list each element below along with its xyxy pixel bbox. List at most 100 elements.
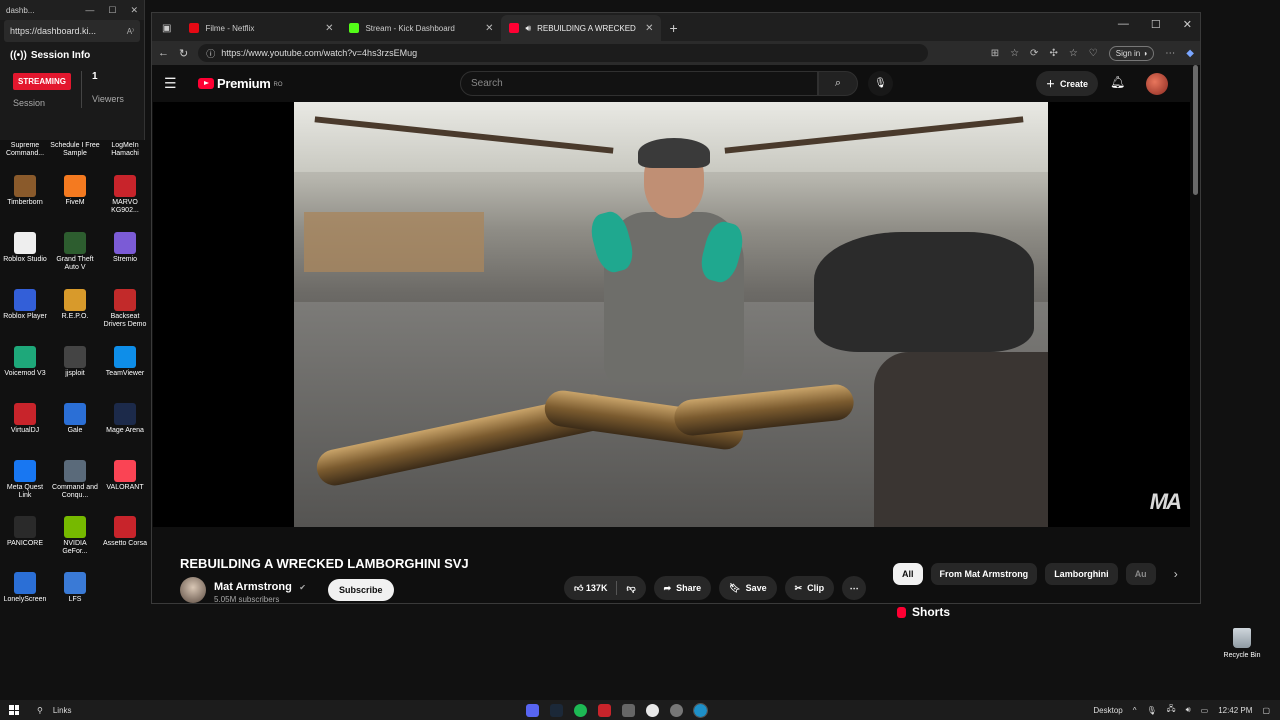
chevron-right-icon[interactable]: ›	[1174, 567, 1178, 581]
video-player[interactable]: MA	[153, 102, 1190, 527]
search-button[interactable]: ⌕	[818, 71, 858, 96]
scrollbar[interactable]	[1193, 65, 1198, 195]
voice-search-button[interactable]: 🎙︎	[868, 71, 893, 96]
chrome-icon[interactable]	[646, 703, 659, 717]
share-button[interactable]: ➦ Share	[653, 576, 712, 600]
more-menu-icon[interactable]: ⋯	[1165, 48, 1175, 59]
desktop-icon[interactable]: LogMeIn Hamachi	[100, 142, 150, 157]
desktop-icon[interactable]: MARVO KG902...	[100, 175, 150, 214]
puzzle-icon[interactable]: ✣	[1049, 48, 1057, 59]
desktop-icon[interactable]: NVIDIA GeFor...	[50, 516, 100, 555]
close-icon[interactable]: ✕	[130, 5, 138, 16]
settings-gear-icon[interactable]	[670, 703, 683, 717]
read-aloud-icon[interactable]: A⁾	[127, 27, 134, 36]
sign-in-button[interactable]: Sign in ◑	[1108, 45, 1155, 61]
search-input[interactable]: Search	[460, 71, 818, 96]
tab-actions-icon[interactable]: ▣	[152, 23, 181, 41]
favorites-icon[interactable]: ☆	[1069, 48, 1078, 59]
clip-button[interactable]: ✂ Clip	[784, 576, 835, 600]
desktop-icon[interactable]: Mage Arena	[100, 403, 150, 435]
edge-icon[interactable]	[693, 702, 708, 718]
desktop-icon[interactable]: Stremio	[100, 232, 150, 264]
subscribe-button[interactable]: Subscribe	[327, 579, 394, 601]
chevron-up-icon[interactable]: ^	[1133, 706, 1137, 715]
desktop-icon[interactable]: Roblox Player	[0, 289, 50, 321]
desktop-icon[interactable]: jjsploit	[50, 346, 100, 378]
speaker-icon[interactable]: 🔊︎	[525, 23, 531, 34]
maximize-icon[interactable]: ☐	[1151, 18, 1161, 31]
desktop-label[interactable]: Desktop	[1093, 706, 1122, 715]
kick-dashboard-window[interactable]: dashb... — ☐ ✕ https://dashboard.ki... A…	[0, 0, 145, 140]
notifications-icon[interactable]: ▢	[1262, 706, 1270, 715]
channel-name[interactable]: Mat Armstrong	[214, 581, 292, 593]
tab-netflix[interactable]: Filme - Netflix ✕	[181, 15, 341, 41]
desktop-icon[interactable]: Backseat Drivers Demo	[100, 289, 150, 328]
youtube-premium-logo[interactable]: Premium RO	[198, 76, 283, 91]
chip-from-channel[interactable]: From Mat Armstrong	[930, 563, 1038, 585]
video-frame[interactable]	[294, 102, 1048, 527]
chip-truncated[interactable]: Au	[1125, 563, 1156, 585]
desktop-icon[interactable]: Assetto Corsa	[100, 516, 150, 548]
steam-icon[interactable]	[550, 703, 563, 717]
network-icon[interactable]: 🖧	[1167, 703, 1176, 717]
save-button[interactable]: 🔖︎ Save	[719, 576, 777, 600]
desktop-icon[interactable]: Grand Theft Auto V	[50, 232, 100, 271]
desktop-icon[interactable]: PANICORE	[0, 516, 50, 548]
close-icon[interactable]: ✕	[1183, 18, 1192, 31]
dislike-button[interactable]: 👎︎	[626, 583, 635, 594]
desktop-icon[interactable]: Gale	[50, 403, 100, 435]
desktop-icon[interactable]: Meta Quest Link	[0, 460, 50, 499]
desktop-icon[interactable]: R.E.P.O.	[50, 289, 100, 321]
battery-icon[interactable]: ▭	[1201, 706, 1209, 715]
taskbar-search[interactable]: ⚲ Links	[37, 706, 72, 715]
copilot-icon[interactable]: ◆	[1186, 48, 1194, 59]
desktop-icon[interactable]: LFS	[50, 572, 100, 604]
desktop-icon[interactable]: LonelyScreen	[0, 572, 50, 604]
desktop-icon[interactable]: Schedule I Free Sample	[50, 142, 100, 157]
account-avatar[interactable]	[1146, 73, 1168, 95]
close-tab-icon[interactable]: ✕	[645, 23, 653, 34]
tab-kick-dashboard[interactable]: Stream - Kick Dashboard ✕	[341, 15, 501, 41]
menu-icon[interactable]: ☰	[164, 75, 198, 92]
desktop-icon[interactable]: Supreme Command...	[0, 142, 50, 157]
minimize-icon[interactable]: —	[1118, 18, 1129, 31]
extensions-icon[interactable]: ⟳	[1030, 48, 1038, 59]
url-field[interactable]: ⓘ https://www.youtube.com/watch?v=4hs3rz…	[198, 44, 929, 62]
discord-icon[interactable]	[526, 703, 539, 717]
chip-lamborghini[interactable]: Lamborghini	[1045, 563, 1118, 585]
recycle-bin[interactable]: Recycle Bin	[1217, 628, 1267, 659]
refresh-icon[interactable]: ↻	[179, 47, 188, 60]
close-tab-icon[interactable]: ✕	[485, 23, 493, 34]
assetto-icon[interactable]	[598, 703, 611, 717]
more-actions-button[interactable]: ⋯	[842, 576, 867, 600]
desktop-icon[interactable]: Command and Conqu...	[50, 460, 100, 499]
app-available-icon[interactable]: ⊞	[991, 48, 999, 59]
windows-start-icon[interactable]	[9, 705, 19, 715]
volume-icon[interactable]: 🔊︎	[1186, 705, 1191, 715]
notifications-bell-icon[interactable]: 🔔︎	[1110, 75, 1125, 89]
desktop-icon[interactable]: VALORANT	[100, 460, 150, 492]
create-button[interactable]: ＋ Create	[1036, 71, 1099, 96]
tab-youtube-video[interactable]: 🔊︎ REBUILDING A WRECKED LA ✕	[501, 15, 662, 41]
back-icon[interactable]: ←	[158, 47, 169, 59]
like-button[interactable]: 👍︎ 137K	[574, 583, 607, 594]
explorer-icon[interactable]	[622, 703, 635, 717]
clock[interactable]: 12:42 PM	[1218, 706, 1252, 715]
close-tab-icon[interactable]: ✕	[325, 23, 333, 34]
channel-watermark[interactable]: MA	[1150, 489, 1182, 515]
desktop-icon[interactable]: Voicemod V3	[0, 346, 50, 378]
site-info-icon[interactable]: ⓘ	[206, 47, 215, 60]
spotify-icon[interactable]	[574, 703, 587, 717]
shield-icon[interactable]: ♡	[1089, 48, 1098, 59]
channel-avatar[interactable]	[180, 577, 206, 603]
desktop-icon[interactable]: Timberborn	[0, 175, 50, 207]
microphone-icon[interactable]: 🎙︎	[1147, 706, 1157, 715]
desktop-icon[interactable]: VirtualDJ	[0, 403, 50, 435]
new-tab-icon[interactable]: +	[661, 20, 685, 41]
chip-all[interactable]: All	[893, 563, 923, 585]
favorite-star-icon[interactable]: ☆	[1010, 48, 1019, 59]
minimize-icon[interactable]: —	[85, 5, 94, 16]
kick-titlebar[interactable]: dashb... — ☐ ✕	[0, 0, 144, 20]
maximize-icon[interactable]: ☐	[108, 5, 116, 16]
desktop-icon[interactable]: Roblox Studio	[0, 232, 50, 264]
